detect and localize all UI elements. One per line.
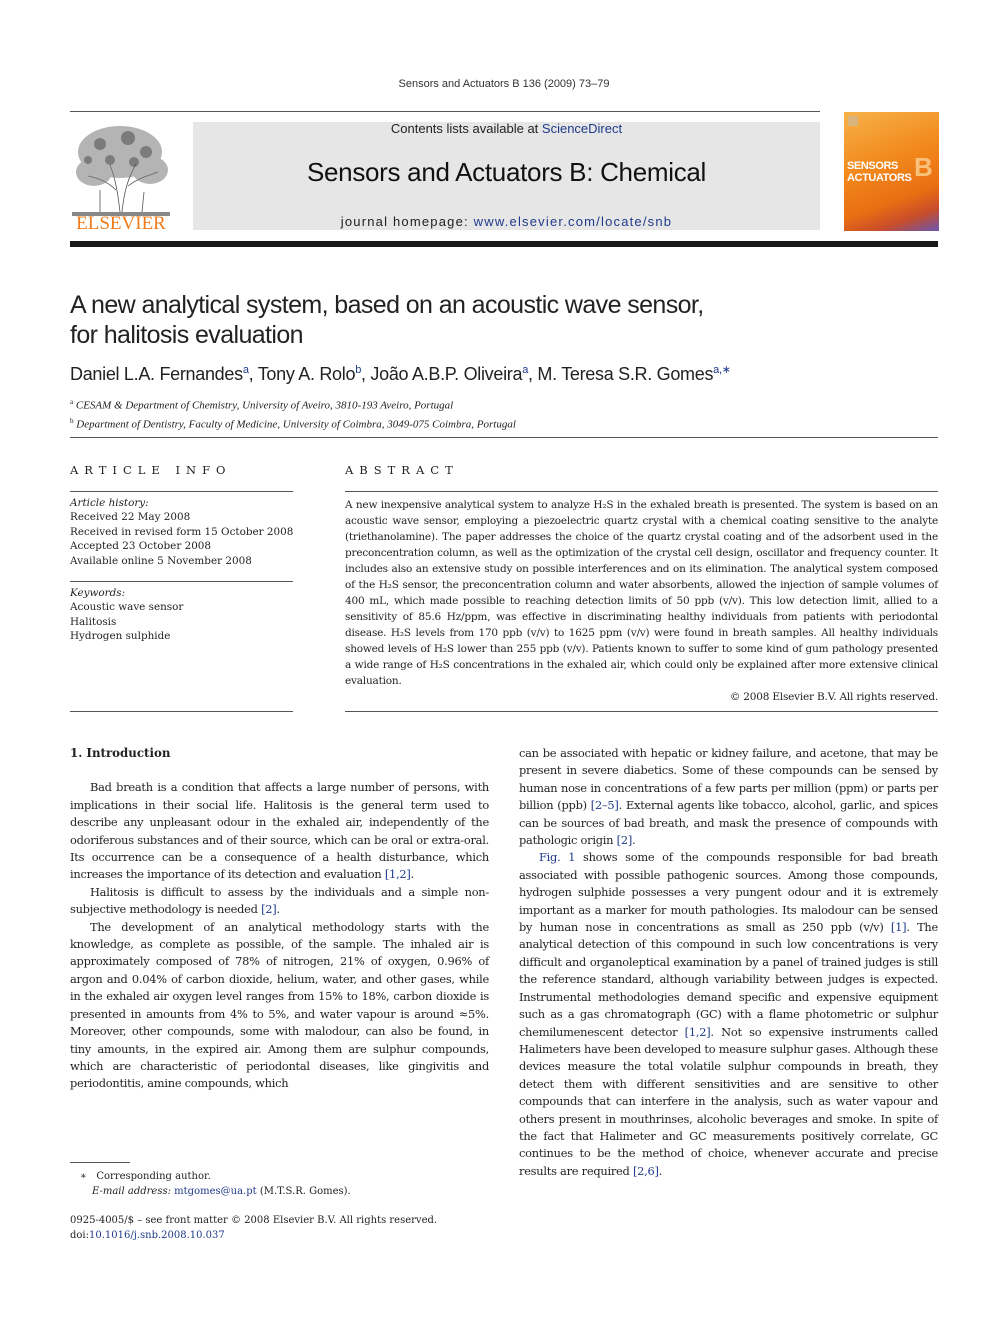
corresponding-author-note: ∗ Corresponding author. xyxy=(70,1169,490,1184)
keyword: Hydrogen sulphide xyxy=(70,630,171,643)
paragraph-text: . Not so expensive instruments called Ha… xyxy=(519,1024,938,1178)
abstract-body: A new inexpensive analytical system to a… xyxy=(345,499,938,687)
author-affiliation-mark[interactable]: a,∗ xyxy=(713,364,731,376)
abstract-heading: ABSTRACT xyxy=(345,463,459,477)
history-item: Available online 5 November 2008 xyxy=(70,554,252,567)
issn-copyright: 0925-4005/$ – see front matter © 2008 El… xyxy=(70,1215,438,1226)
author-name[interactable]: Tony A. Rolo xyxy=(258,364,356,384)
footnotes: ∗ Corresponding author. E-mail address: … xyxy=(70,1169,490,1199)
figure-link[interactable]: Fig. 1 xyxy=(539,850,575,864)
cover-title-line-1: SENSORS xyxy=(847,160,898,172)
history-item: Accepted 23 October 2008 xyxy=(70,540,212,553)
paragraph-text: . The analytical detection of this compo… xyxy=(519,920,938,1039)
article-info-rule xyxy=(70,711,293,712)
author-name[interactable]: João A.B.P. Oliveira xyxy=(370,364,522,384)
running-head: Sensors and Actuators B 136 (2009) 73–79 xyxy=(398,78,610,90)
article-info-rule xyxy=(70,581,293,582)
elsevier-wordmark: ELSEVIER xyxy=(76,213,166,234)
keyword: Acoustic wave sensor xyxy=(70,601,184,614)
header-rule xyxy=(70,111,820,112)
article-history: Article history: Received 22 May 2008 Re… xyxy=(70,496,300,568)
affiliation-text: Department of Dentistry, Faculty of Medi… xyxy=(76,418,516,431)
contents-line: Contents lists available at ScienceDirec… xyxy=(193,121,820,136)
author-affiliation-mark[interactable]: b xyxy=(355,364,361,376)
doi-line: doi:10.1016/j.snb.2008.10.037 xyxy=(70,1228,490,1243)
front-matter: 0925-4005/$ – see front matter © 2008 El… xyxy=(70,1213,490,1243)
history-item: Received 22 May 2008 xyxy=(70,511,191,524)
keywords: Keywords: Acoustic wave sensor Halitosis… xyxy=(70,586,300,644)
author-affiliation-mark[interactable]: a xyxy=(243,364,249,376)
cover-title: SENSORS ACTUATORS xyxy=(847,160,912,184)
abstract: A new inexpensive analytical system to a… xyxy=(345,497,938,705)
abstract-rule xyxy=(345,711,938,712)
section-heading: 1. Introduction xyxy=(70,746,171,760)
paragraph-text: . xyxy=(410,867,415,882)
masthead-thick-rule xyxy=(70,241,938,247)
section-divider xyxy=(70,437,938,438)
affiliation-mark: a xyxy=(70,398,74,406)
citation-link[interactable]: [2–5] xyxy=(591,798,619,812)
paragraph-text: The development of an analytical methodo… xyxy=(70,919,489,1091)
author-affiliation-mark[interactable]: a xyxy=(522,364,528,376)
paragraph-text: Bad breath is a condition that affects a… xyxy=(70,780,489,882)
cover-title-line-2: ACTUATORS xyxy=(847,172,912,184)
paragraph: can be associated with hepatic or kidney… xyxy=(519,745,938,849)
corresponding-author-text: Corresponding author. xyxy=(96,1171,211,1182)
email-label: E-mail address: xyxy=(92,1186,175,1197)
article-info-rule xyxy=(70,491,293,492)
doi-label: doi: xyxy=(70,1230,89,1241)
homepage-link[interactable]: www.elsevier.com/locate/snb xyxy=(474,214,673,229)
homepage-prefix: journal homepage: xyxy=(340,214,474,229)
article-info-heading: ARTICLE INFO xyxy=(70,463,232,477)
footnote-rule xyxy=(70,1162,130,1163)
citation-link[interactable]: [2] xyxy=(617,833,633,847)
email-note: E-mail address: mtgomes@ua.pt (M.T.S.R. … xyxy=(70,1184,490,1199)
journal-homepage: journal homepage: www.elsevier.com/locat… xyxy=(193,214,820,229)
abstract-copyright: © 2008 Elsevier B.V. All rights reserved… xyxy=(729,691,938,703)
paragraph-text: . xyxy=(276,902,280,917)
journal-title: Sensors and Actuators B: Chemical xyxy=(306,157,707,187)
author-list: Daniel L.A. Fernandesa, Tony A. Rolob, J… xyxy=(70,364,731,384)
paragraph: Halitosis is difficult to assess by the … xyxy=(70,884,489,919)
author-name[interactable]: M. Teresa S.R. Gomes xyxy=(537,364,713,384)
affiliation: a CESAM & Department of Chemistry, Unive… xyxy=(70,395,516,414)
affiliation: b Department of Dentistry, Faculty of Me… xyxy=(70,414,516,433)
paragraph-text: . xyxy=(658,1163,663,1178)
contents-prefix: Contents lists available at xyxy=(390,121,542,136)
paragraph-text: . xyxy=(632,833,636,848)
citation-link[interactable]: [1,2] xyxy=(685,1025,711,1039)
paragraph: The development of an analytical methodo… xyxy=(70,919,489,1093)
affiliation-mark: b xyxy=(70,416,74,425)
doi-link[interactable]: 10.1016/j.snb.2008.10.037 xyxy=(89,1230,225,1241)
body-column-right: can be associated with hepatic or kidney… xyxy=(519,745,938,1180)
footnote-mark: ∗ xyxy=(80,1171,87,1182)
affiliations: a CESAM & Department of Chemistry, Unive… xyxy=(70,395,516,432)
affiliation-text: CESAM & Department of Chemistry, Univers… xyxy=(75,399,454,412)
citation-link[interactable]: [2] xyxy=(261,902,277,916)
sciencedirect-link[interactable]: ScienceDirect xyxy=(542,121,622,136)
history-item: Received in revised form 15 October 2008 xyxy=(70,525,294,538)
article-title: A new analytical system, based on an aco… xyxy=(70,291,704,349)
paragraph: Bad breath is a condition that affects a… xyxy=(70,779,489,883)
email-owner: (M.T.S.R. Gomes). xyxy=(256,1186,351,1197)
journal-cover-image: B SENSORS ACTUATORS xyxy=(844,112,939,231)
author-name[interactable]: Daniel L.A. Fernandes xyxy=(70,364,243,384)
cover-series-letter: B xyxy=(914,152,933,182)
citation-link[interactable]: [1] xyxy=(891,920,907,934)
paragraph-text: shows some of the compounds responsible … xyxy=(519,850,939,935)
article-history-label: Article history: xyxy=(70,497,149,509)
keywords-label: Keywords: xyxy=(70,587,126,599)
body-column-left: 1. Introduction Bad breath is a conditio… xyxy=(70,745,489,1093)
citation-link[interactable]: [2,6] xyxy=(633,1164,659,1178)
keyword: Halitosis xyxy=(70,615,117,628)
citation-link[interactable]: [1,2] xyxy=(385,867,411,881)
abstract-rule xyxy=(345,491,938,492)
email-link[interactable]: mtgomes@ua.pt xyxy=(174,1186,256,1197)
paragraph: Fig. 1 shows some of the compounds respo… xyxy=(519,849,938,1180)
cover-publisher-logo-icon xyxy=(848,116,858,126)
